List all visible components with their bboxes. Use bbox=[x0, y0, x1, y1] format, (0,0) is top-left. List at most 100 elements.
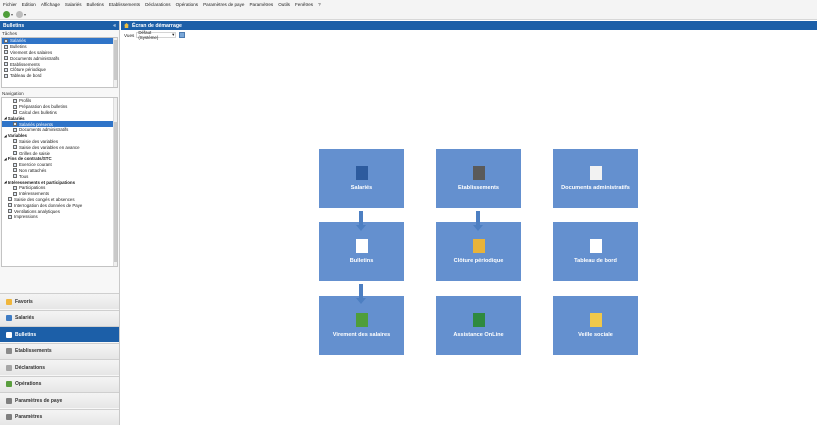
item-icon bbox=[13, 151, 17, 156]
tile-tableau-de-bord[interactable]: Tableau de bord bbox=[553, 222, 638, 281]
app-window: Fichier Edition Affichage Salariés Bulle… bbox=[0, 0, 817, 425]
menu-etablissements[interactable]: Etablissements bbox=[109, 2, 140, 7]
menu-parametres-paye[interactable]: Paramètres de paye bbox=[203, 2, 244, 7]
back-icon bbox=[16, 10, 24, 18]
view-label: Vues bbox=[124, 32, 135, 38]
flow-arrow bbox=[356, 211, 366, 231]
tile-veille-sociale[interactable]: Veille sociale bbox=[553, 296, 638, 355]
scroll-thumb[interactable] bbox=[114, 122, 117, 262]
dashboard-icon bbox=[4, 73, 8, 78]
task-item[interactable]: Tableau de bord bbox=[2, 73, 117, 79]
menu-outils[interactable]: Outils bbox=[278, 2, 290, 7]
item-icon bbox=[8, 214, 12, 219]
nav-scrollbar[interactable] bbox=[113, 98, 117, 266]
tile-documents-administratifs[interactable]: Documents administratifs bbox=[553, 149, 638, 208]
view-settings-icon[interactable] bbox=[179, 32, 186, 38]
panel-title: Bulletins bbox=[3, 22, 25, 29]
item-icon bbox=[13, 110, 17, 115]
accordion-etablissements[interactable]: Etablissements bbox=[0, 342, 119, 359]
expand-icon[interactable]: ◢ bbox=[4, 157, 7, 161]
main-header: Écran de démarrage bbox=[121, 21, 817, 30]
item-icon bbox=[13, 104, 17, 109]
view-select[interactable]: Défaut (Système) ▾ bbox=[136, 30, 177, 40]
tasks-scrollbar[interactable] bbox=[113, 38, 117, 87]
item-icon bbox=[8, 203, 12, 208]
toolbar: ▾ ▾ bbox=[0, 9, 817, 20]
chevron-down-icon: ▾ bbox=[11, 11, 14, 17]
person-icon bbox=[4, 38, 8, 43]
tasks-list: Salariés Bulletins Virement des salaires… bbox=[1, 37, 118, 88]
expand-icon[interactable]: ◢ bbox=[4, 180, 7, 184]
accordion-bulletins[interactable]: Bulletins bbox=[0, 326, 119, 342]
tile-salaries[interactable]: Salariés bbox=[319, 149, 404, 208]
main-area: Écran de démarrage Vues Défaut (Système)… bbox=[121, 21, 817, 425]
tile-label: Etablissements bbox=[457, 185, 500, 191]
panel-header: Bulletins « bbox=[0, 21, 119, 30]
menu-edition[interactable]: Edition bbox=[22, 2, 36, 7]
accordion-op-rations[interactable]: Opérations bbox=[0, 375, 119, 392]
tile-assistance-online[interactable]: Assistance OnLine bbox=[436, 296, 521, 355]
menu-parametres[interactable]: Paramètres bbox=[249, 2, 273, 7]
support-icon bbox=[472, 313, 485, 327]
accordion-salari-s[interactable]: Salariés bbox=[0, 309, 119, 326]
item-icon bbox=[13, 122, 17, 127]
menu-fichier[interactable]: Fichier bbox=[3, 2, 17, 7]
menu-fenetres[interactable]: Fenêtres bbox=[295, 2, 313, 7]
collapse-button[interactable]: « bbox=[113, 23, 116, 29]
tile-label: Assistance OnLine bbox=[453, 332, 504, 338]
building-icon bbox=[4, 62, 8, 67]
item-icon bbox=[13, 145, 17, 150]
nav-label: Navigation bbox=[2, 91, 24, 96]
tile-label: Clôture périodique bbox=[453, 258, 504, 264]
lock-icon bbox=[4, 67, 8, 72]
menu-bulletins[interactable]: Bulletins bbox=[87, 2, 104, 7]
item-icon bbox=[13, 98, 17, 103]
accordion-param-tres-de-paye[interactable]: Paramètres de paye bbox=[0, 392, 119, 408]
chevron-down-icon: ▾ bbox=[24, 11, 27, 17]
menu-salaries[interactable]: Salariés bbox=[65, 2, 82, 7]
payslip-icon bbox=[355, 239, 368, 253]
document-icon bbox=[589, 166, 602, 180]
section-icon bbox=[6, 331, 12, 338]
accordion-param-tres[interactable]: Paramètres bbox=[0, 408, 119, 425]
accordion-favoris[interactable]: Favoris bbox=[0, 293, 119, 309]
payslip-icon bbox=[4, 44, 8, 49]
lock-icon bbox=[472, 239, 485, 253]
forward-icon bbox=[3, 10, 10, 18]
item-icon bbox=[8, 197, 12, 202]
dashboard-icon bbox=[589, 239, 602, 253]
section-icon bbox=[6, 381, 12, 387]
document-icon bbox=[4, 56, 8, 61]
accordion-d-clarations[interactable]: Déclarations bbox=[0, 359, 119, 375]
home-icon bbox=[124, 23, 129, 28]
tile-virement-des-salaires[interactable]: Virement des salaires bbox=[319, 296, 404, 355]
nav-item[interactable]: Impressions bbox=[2, 214, 117, 220]
item-icon bbox=[13, 127, 17, 132]
section-icon bbox=[6, 364, 12, 371]
tile-label: Tableau de bord bbox=[574, 258, 617, 264]
menu-operations[interactable]: Opérations bbox=[176, 2, 198, 7]
tile-label: Virement des salaires bbox=[332, 332, 391, 338]
menu-declarations[interactable]: Déclarations bbox=[145, 2, 171, 7]
back-button[interactable]: ▾ bbox=[16, 10, 27, 18]
tile-label: Bulletins bbox=[349, 258, 374, 264]
section-icon bbox=[6, 414, 12, 420]
expand-icon[interactable]: ◢ bbox=[4, 134, 7, 138]
flow-arrow bbox=[356, 284, 366, 304]
left-panel: Bulletins « Tâches Salariés Bulletins Vi… bbox=[0, 21, 120, 425]
forward-button[interactable]: ▾ bbox=[3, 10, 14, 18]
menu-affichage[interactable]: Affichage bbox=[41, 2, 60, 7]
chevron-down-icon: ▾ bbox=[172, 32, 175, 37]
wand-icon bbox=[589, 313, 602, 327]
scroll-thumb[interactable] bbox=[114, 40, 117, 80]
expand-icon[interactable]: ◢ bbox=[4, 116, 7, 120]
item-icon bbox=[13, 168, 17, 173]
building-icon bbox=[472, 166, 485, 180]
navigation-tree: Profils Préparation des bulletins Calcul d… bbox=[1, 97, 118, 267]
menu-help[interactable]: ? bbox=[318, 2, 321, 7]
tile-etablissements[interactable]: Etablissements bbox=[436, 149, 521, 208]
page-title: Écran de démarrage bbox=[132, 22, 182, 29]
money-icon bbox=[4, 50, 8, 55]
section-icon bbox=[6, 397, 12, 404]
person-icon bbox=[355, 166, 368, 180]
